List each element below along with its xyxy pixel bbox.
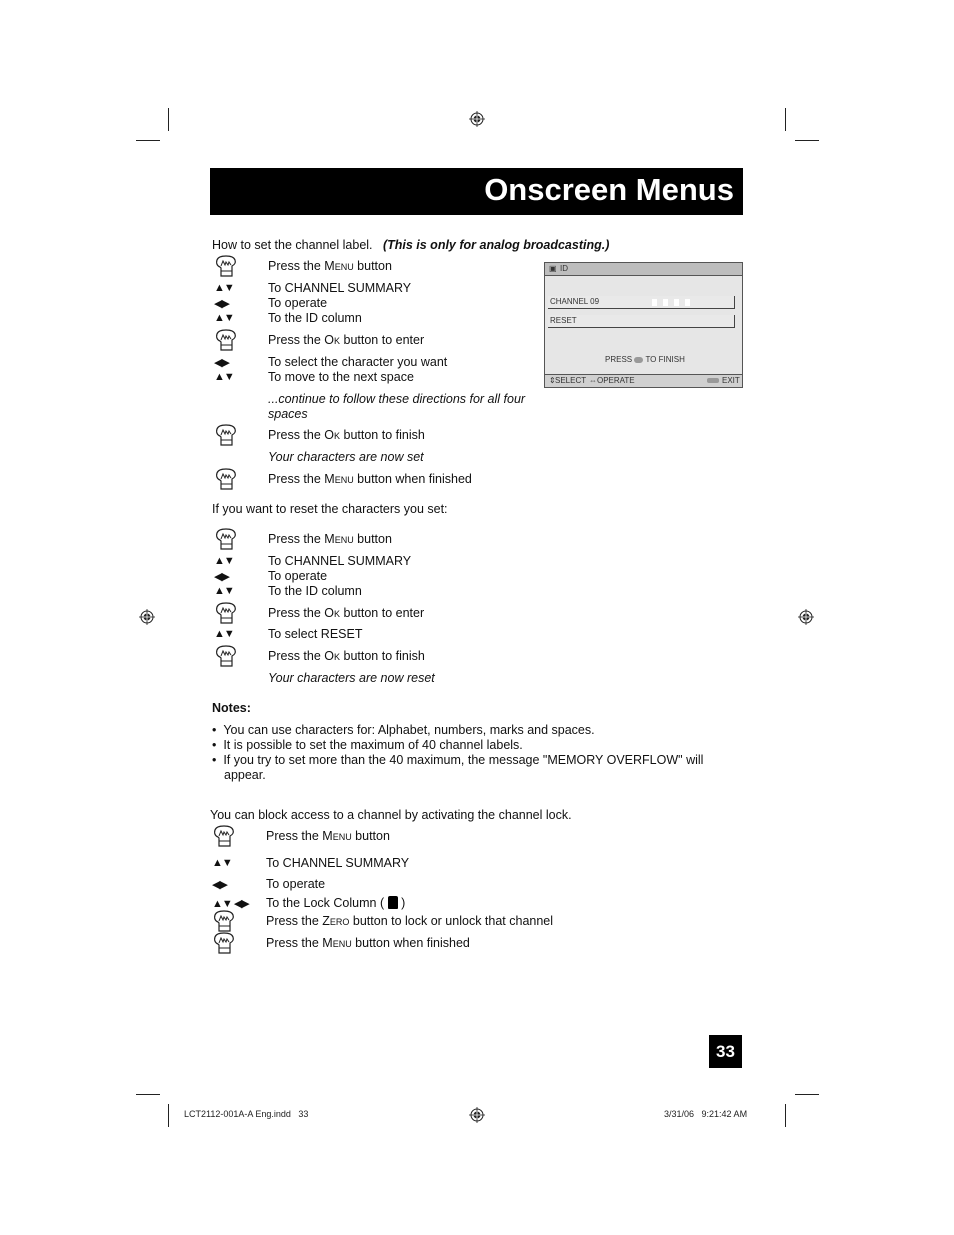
hand-icon xyxy=(214,527,238,551)
up-down-arrows-icon: ▲▼ xyxy=(214,371,235,383)
step-text: To move to the next space xyxy=(268,370,414,384)
press-to-finish: PRESS TO FINISH xyxy=(605,355,685,364)
step-text: Your characters are now reset xyxy=(268,671,435,685)
up-down-arrows-icon: ▲▼ xyxy=(214,628,235,640)
button-name: Ok xyxy=(324,333,341,347)
button-name: Menu xyxy=(324,259,354,273)
note-item-continued: appear. xyxy=(224,768,266,782)
print-datetime: 3/31/06 9:21:42 AM xyxy=(664,1109,748,1119)
hand-icon xyxy=(214,601,238,625)
step-text: To operate xyxy=(268,296,328,310)
tv-menu-screen: ▣ ID CHANNEL 09 RESET PRESS TO FINISH ⇕ … xyxy=(544,262,743,388)
button-name: Zero xyxy=(322,914,350,928)
padlock-icon xyxy=(387,896,398,909)
hand-icon xyxy=(212,824,236,848)
lock-icon: ▣ xyxy=(549,264,557,273)
step-text: Press the Menu button xyxy=(268,259,392,273)
step-text: To select RESET xyxy=(268,627,363,641)
page-title-bar: Onscreen Menus xyxy=(210,168,743,215)
note-item: • If you try to set more than the 40 max… xyxy=(212,753,704,767)
step-text: ...continue to follow these directions f… xyxy=(268,392,526,421)
up-down-arrows-icon: ▲▼ xyxy=(212,857,233,869)
screen-footer: ⇕ SELECT ⇔ OPERATE EXIT xyxy=(545,374,742,387)
hand-icon xyxy=(214,467,238,491)
crop-mark xyxy=(168,1104,169,1127)
hand-icon xyxy=(214,328,238,352)
step-text: Press the Ok button to finish xyxy=(268,428,425,442)
button-name: Menu xyxy=(322,829,352,843)
crop-mark xyxy=(168,108,169,131)
step-text: Press the Ok button to enter xyxy=(268,333,425,347)
section-intro: If you want to reset the characters you … xyxy=(212,502,448,516)
registration-mark-icon xyxy=(469,111,485,127)
step-text: Press the Menu button xyxy=(268,532,392,546)
character-slot xyxy=(685,299,690,306)
step-text: To select the character you want xyxy=(268,355,448,369)
section-intro: How to set the channel label. (This is o… xyxy=(212,238,610,252)
screen-header: ▣ ID xyxy=(545,263,742,276)
step-text: Your characters are now set xyxy=(268,450,424,464)
up-down-arrows-icon: ▲▼ xyxy=(214,555,235,567)
ok-button-icon xyxy=(634,356,644,363)
note-item: • You can use characters for: Alphabet, … xyxy=(212,723,595,737)
crop-mark xyxy=(785,1104,786,1127)
step-text: Press the Menu button when finished xyxy=(266,936,470,950)
step-text: To operate xyxy=(268,569,328,583)
up-down-arrows-icon: ▲▼ xyxy=(214,585,235,597)
step-text: Press the Menu button when finished xyxy=(268,472,472,486)
registration-mark-icon xyxy=(798,609,814,625)
crop-mark xyxy=(795,140,819,141)
registration-mark-icon xyxy=(469,1107,485,1123)
registration-mark-icon xyxy=(139,609,155,625)
step-text: To CHANNEL SUMMARY xyxy=(268,281,412,295)
left-right-arrows-icon: ◀▶ xyxy=(214,298,230,310)
up-down-arrows-icon: ▲▼ xyxy=(214,312,235,324)
left-right-arrow-icon: ⇔ xyxy=(589,376,597,385)
up-down-arrows-icon: ▲▼ xyxy=(214,282,235,294)
crop-mark xyxy=(136,1094,160,1095)
step-text: To the ID column xyxy=(268,311,362,325)
character-slot xyxy=(674,299,679,306)
button-name: Ok xyxy=(324,649,341,663)
button-name: Menu xyxy=(322,936,352,950)
step-text: Press the Ok button to finish xyxy=(268,649,425,663)
crop-mark xyxy=(136,140,160,141)
hand-icon xyxy=(214,423,238,447)
button-name: Menu xyxy=(324,472,354,486)
crop-mark xyxy=(795,1094,819,1095)
file-name: LCT2112-001A-A Eng.indd 33 xyxy=(184,1109,309,1119)
step-text: Press the Menu button xyxy=(266,829,390,843)
crop-mark xyxy=(785,108,786,131)
button-name: Ok xyxy=(324,606,341,620)
left-right-arrows-icon: ◀▶ xyxy=(214,357,230,369)
step-text: To CHANNEL SUMMARY xyxy=(266,856,410,870)
step-text: To operate xyxy=(266,877,326,891)
character-slot xyxy=(663,299,668,306)
hand-icon xyxy=(214,644,238,668)
note-item: • It is possible to set the maximum of 4… xyxy=(212,738,523,752)
hand-icon xyxy=(212,909,236,933)
button-name: Ok xyxy=(324,428,341,442)
notes-heading: Notes: xyxy=(212,701,251,715)
intro-note: (This is only for analog broadcasting.) xyxy=(382,238,610,252)
screen-row-reset: RESET xyxy=(548,315,735,328)
menu-button-icon xyxy=(707,378,719,383)
section-intro: You can block access to a channel by act… xyxy=(210,808,572,822)
step-text: To the Lock Column ( ) xyxy=(266,896,406,910)
step-text: Press the Zero button to lock or unlock … xyxy=(266,914,554,928)
left-right-arrows-icon: ◀▶ xyxy=(212,879,228,891)
hand-icon xyxy=(212,931,236,955)
left-right-arrows-icon: ◀▶ xyxy=(214,571,230,583)
page-title: Onscreen Menus xyxy=(484,172,734,207)
button-name: Menu xyxy=(324,532,354,546)
step-text: To CHANNEL SUMMARY xyxy=(268,554,412,568)
character-slot xyxy=(652,299,657,306)
hand-icon xyxy=(214,254,238,278)
step-text: Press the Ok button to enter xyxy=(268,606,425,620)
step-text: To the ID column xyxy=(268,584,362,598)
page-number: 33 xyxy=(709,1035,742,1068)
screen-row-channel: CHANNEL 09 xyxy=(548,296,735,309)
